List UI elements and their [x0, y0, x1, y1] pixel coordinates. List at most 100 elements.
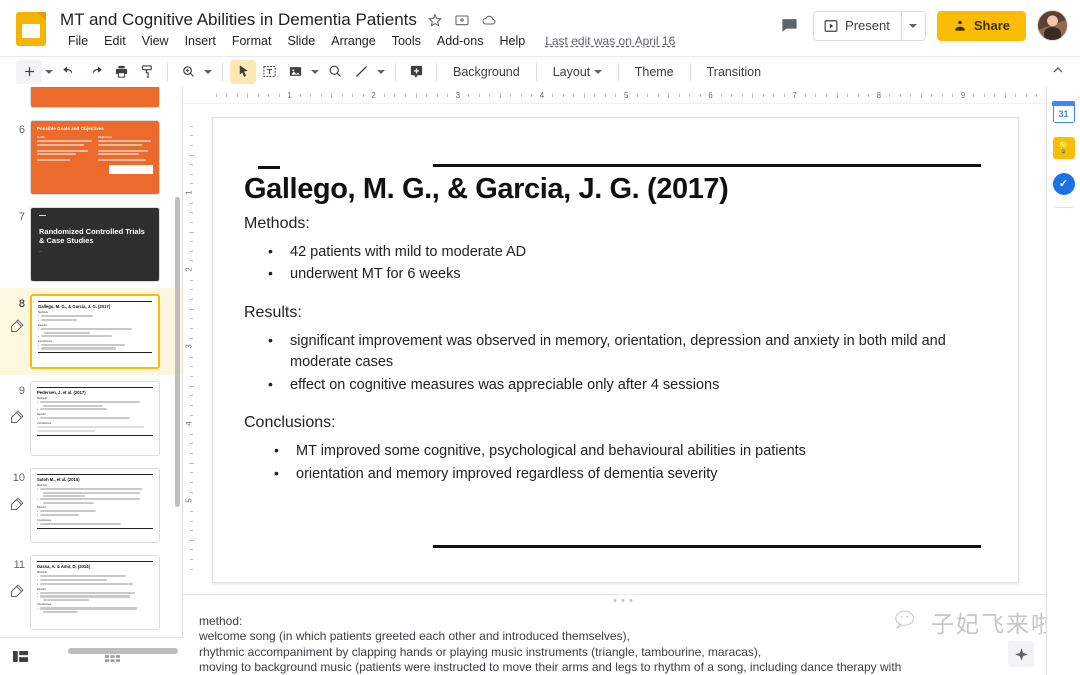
ruler-tick: [1004, 93, 1006, 98]
ruler-tick: [190, 404, 193, 406]
layout-button[interactable]: Layout: [544, 62, 611, 82]
menu-file[interactable]: File: [60, 33, 96, 49]
menu-arrange[interactable]: Arrange: [323, 33, 383, 49]
toolbar-divider-7: [689, 62, 691, 81]
google-keep-icon[interactable]: 💡: [1052, 137, 1075, 159]
text-box-icon[interactable]: [256, 60, 282, 84]
menu-slide[interactable]: Slide: [279, 33, 323, 49]
slide-thumbnail-9[interactable]: Pedersen, J. et al. (2017) Methods: • • …: [30, 381, 160, 456]
background-button[interactable]: Background: [444, 62, 529, 82]
ruler-label: 3: [184, 344, 194, 349]
slides-app-icon[interactable]: [16, 12, 46, 46]
avatar[interactable]: [1037, 10, 1068, 41]
ruler-tick: [699, 94, 701, 97]
list-item: significant improvement was observed in …: [244, 330, 984, 374]
slide-canvas[interactable]: Gallego, M. G., & Garcia, J. G. (2017) M…: [200, 104, 1063, 594]
line-icon[interactable]: [348, 60, 374, 84]
horizontal-ruler[interactable]: 1 2 3 4 5 6 7 8 9: [183, 87, 1063, 104]
ruler-tick: [190, 395, 193, 397]
toolbar-divider-5: [535, 62, 537, 81]
list-item: orientation and memory improved regardle…: [244, 463, 984, 485]
filmstrip-view-icon[interactable]: [0, 649, 40, 664]
slide-thumbnail-10[interactable]: Satoh M., et al. (2015) Methods: • • Res…: [30, 468, 160, 543]
document-title[interactable]: MT and Cognitive Abilities in Dementia P…: [60, 10, 417, 30]
slide-thumbnail-11[interactable]: Dassa, A. & Amir, D. (2014) Methods: • •…: [30, 555, 160, 630]
notes-resize-handle[interactable]: [183, 594, 1063, 606]
thumbnail-row[interactable]: [0, 87, 182, 114]
menu-edit[interactable]: Edit: [96, 33, 134, 49]
shape-icon[interactable]: [322, 60, 348, 84]
image-icon[interactable]: [282, 60, 308, 84]
current-slide[interactable]: Gallego, M. G., & Garcia, J. G. (2017) M…: [212, 117, 1019, 583]
thumbnail-row-9[interactable]: 9 Pedersen, J. et al. (2017) Methods: • …: [0, 375, 182, 462]
slide-thumbnail-8[interactable]: Gallego, M. G., & Garcia, J. G. (2017) M…: [30, 294, 160, 369]
paint-format-icon[interactable]: [134, 60, 160, 84]
thumbnail-row-6[interactable]: 6 Possible Goals and Objectives Goals Ob…: [0, 114, 182, 201]
filmstrip-horizontal-scrollbar[interactable]: [68, 648, 178, 654]
slide-body[interactable]: Methods: 42 patients with mild to modera…: [244, 215, 984, 486]
select-cursor-icon[interactable]: [230, 59, 256, 84]
cloud-saved-icon[interactable]: [480, 11, 498, 29]
ruler-tick: [190, 376, 193, 378]
undo-icon[interactable]: [56, 60, 82, 84]
has-notes-icon-11: [8, 583, 26, 601]
explore-icon[interactable]: [1008, 641, 1034, 667]
star-icon[interactable]: [426, 11, 444, 29]
theme-button[interactable]: Theme: [626, 62, 683, 82]
ruler-label: 4: [539, 91, 545, 100]
thumb-title-8: Gallego, M. G., & Garcia, J. G. (2017): [38, 304, 111, 309]
slide-filmstrip[interactable]: 6 Possible Goals and Objectives Goals Ob…: [0, 87, 183, 637]
ruler-tick: [190, 202, 193, 204]
ruler-tick: [215, 94, 217, 97]
menu-view[interactable]: View: [134, 33, 177, 49]
ruler-tick: [647, 94, 649, 97]
ruler-tick: [190, 241, 193, 243]
slide-thumbnail[interactable]: [30, 87, 160, 108]
print-icon[interactable]: [108, 60, 134, 84]
ruler-tick: [190, 279, 193, 281]
menu-add-ons[interactable]: Add-ons: [429, 33, 492, 49]
ruler-tick: [278, 94, 280, 97]
new-slide-button[interactable]: [16, 59, 42, 84]
title-row: MT and Cognitive Abilities in Dementia P…: [60, 8, 498, 32]
ruler-tick: [190, 559, 193, 561]
menu-help[interactable]: Help: [491, 33, 533, 49]
line-chevron-down-icon[interactable]: [374, 60, 388, 84]
google-tasks-icon[interactable]: ✓: [1052, 173, 1075, 195]
slide-thumbnail-6[interactable]: Possible Goals and Objectives Goals Obje…: [30, 120, 160, 195]
thumb-sec-c-10: Conclusions:: [37, 518, 52, 522]
menu-format[interactable]: Format: [224, 33, 280, 49]
ruler-tick: [857, 94, 859, 97]
thumbnail-row-11[interactable]: 11 Dassa, A. & Amir, D. (2014) Methods: …: [0, 549, 182, 636]
present-dropdown-chevron-down-icon[interactable]: [900, 11, 925, 40]
google-calendar-icon[interactable]: 31: [1052, 100, 1075, 123]
new-slide-chevron-down-icon[interactable]: [42, 60, 56, 84]
ruler-tick: [190, 327, 193, 329]
transition-button[interactable]: Transition: [698, 62, 770, 82]
add-comment-icon[interactable]: [403, 60, 429, 84]
ruler-tick: [362, 94, 364, 97]
move-to-folder-icon[interactable]: [453, 11, 471, 29]
thumbnail-row-8[interactable]: 8 Gallego, M. G., & Garcia, J. G. (2017)…: [0, 288, 182, 375]
filmstrip-scrollbar[interactable]: [175, 197, 180, 507]
ruler-tick: [720, 94, 722, 97]
zoom-chevron-down-icon[interactable]: [201, 60, 215, 84]
speaker-notes[interactable]: method: welcome song (in which patients …: [183, 606, 1063, 675]
comment-icon[interactable]: [776, 13, 802, 39]
vertical-ruler[interactable]: 1 2 3 4 5: [183, 104, 200, 594]
menu-tools[interactable]: Tools: [384, 33, 429, 49]
last-edit-link[interactable]: Last edit was on April 16: [545, 34, 675, 48]
thumbnail-row-7[interactable]: 7 Randomized Controlled Trials & Case St…: [0, 201, 182, 288]
ruler-tick: [478, 94, 480, 97]
present-button[interactable]: Present: [814, 12, 901, 40]
thumbnail-row-10[interactable]: 10 Satoh M., et al. (2015) Methods: • • …: [0, 462, 182, 549]
ruler-tick: [931, 94, 933, 97]
share-button[interactable]: Share: [936, 10, 1026, 41]
redo-icon[interactable]: [82, 60, 108, 84]
slide-thumbnail-7[interactable]: Randomized Controlled Trials & Case Stud…: [30, 207, 160, 282]
slide-title[interactable]: Gallego, M. G., & Garcia, J. G. (2017): [244, 173, 984, 206]
image-chevron-down-icon[interactable]: [308, 60, 322, 84]
collapse-menu-icon[interactable]: [1050, 62, 1066, 83]
zoom-icon[interactable]: [175, 60, 201, 84]
menu-insert[interactable]: Insert: [177, 33, 224, 49]
